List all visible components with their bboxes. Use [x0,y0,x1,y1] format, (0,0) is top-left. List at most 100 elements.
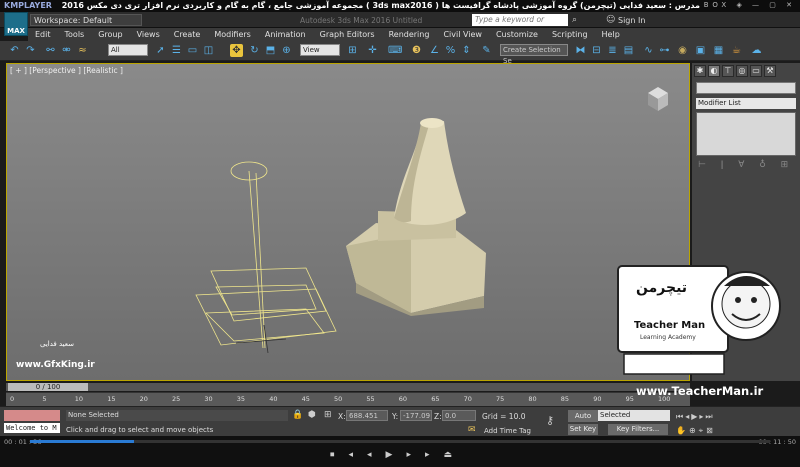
max-app-button[interactable]: MAX [4,12,28,36]
spinner-snap-icon[interactable]: ⇕ [460,44,473,57]
create-tab-icon[interactable]: ✱ [694,65,706,77]
grid-size: Grid = 10.0 [482,412,526,421]
window-crossing-icon[interactable]: ◫ [202,44,215,57]
time-slider-handle[interactable]: 0 / 100 [8,383,88,391]
hierarchy-tab-icon[interactable]: ⊤ [722,65,734,77]
maxscript-mini-listener[interactable]: Welcome to M [4,423,60,433]
unlink-icon[interactable]: ⚮ [60,44,73,57]
y-coordinate[interactable]: -177.09 [400,410,432,421]
menu-tools[interactable]: Tools [58,30,92,39]
menu-rendering[interactable]: Rendering [382,30,437,39]
menu-scripting[interactable]: Scripting [545,30,595,39]
mirror-icon[interactable]: ⧓ [574,44,587,57]
bind-spacewarp-icon[interactable]: ≈ [76,44,89,57]
key-filters-button[interactable]: Key Filters... [608,424,668,435]
modify-tab-icon[interactable]: ◐ [708,65,720,77]
redo-icon[interactable]: ↷ [24,44,37,57]
menu-help[interactable]: Help [595,30,627,39]
schematic-view-icon[interactable]: ⊶ [658,44,671,57]
scale-icon[interactable]: ⬒ [264,44,277,57]
search-input[interactable]: Type a keyword or phrase [472,14,568,36]
menu-create[interactable]: Create [167,30,208,39]
move-icon[interactable]: ✥ [230,44,243,57]
modifier-stack[interactable] [696,112,796,156]
tick-label: 60 [398,395,408,403]
menu-modifiers[interactable]: Modifiers [207,30,258,39]
time-slider[interactable] [6,383,690,391]
rect-selection-icon[interactable]: ▭ [186,44,199,57]
menu-views[interactable]: Views [130,30,167,39]
tick-label: 30 [204,395,213,403]
absolute-mode-icon[interactable]: ⊞ [324,410,332,420]
tick-label: 90 [593,395,602,403]
time-tag-icon[interactable]: ✉ [468,425,476,435]
menu-civil-view[interactable]: Civil View [436,30,489,39]
add-time-tag[interactable]: Add Time Tag [484,427,531,435]
utilities-tab-icon[interactable]: ⚒ [764,65,776,77]
layer-explorer-icon[interactable]: ≣ [606,44,619,57]
keyboard-shortcut-icon[interactable]: ⌨ [388,44,402,57]
tick-label: 85 [560,395,570,403]
rotate-icon[interactable]: ↻ [248,44,261,57]
pivot-center-icon[interactable]: ⊞ [346,44,359,57]
align-icon[interactable]: ⊟ [590,44,603,57]
playback-controls[interactable]: ⏮◂▶▸⏭ [676,412,715,422]
sign-in-link[interactable]: Sign In [618,16,645,25]
set-key-button[interactable]: Set Key [568,424,598,435]
render-production-icon[interactable]: ☕ [730,44,743,57]
select-by-name-icon[interactable]: ☰ [170,44,183,57]
player-window-controls[interactable]: BOX ◈ — ▢ ✕ [704,1,796,9]
z-label: Z: [434,412,442,421]
media-buttons[interactable]: ⏹◂◂▶▸▸⏏ [330,450,466,460]
signature-watermark: سعید فدایی [40,340,75,348]
menu-graph-editors[interactable]: Graph Editors [313,30,382,39]
maxscript-listener[interactable] [4,410,60,421]
menu-edit[interactable]: Edit [28,30,58,39]
menu-customize[interactable]: Customize [489,30,545,39]
material-editor-icon[interactable]: ◉ [676,44,689,57]
menu-animation[interactable]: Animation [258,30,313,39]
render-setup-icon[interactable]: ▣ [694,44,707,57]
user-icon: ☺ [606,15,616,25]
percent-snap-icon[interactable]: % [444,44,457,57]
curve-editor-icon[interactable]: ∿ [642,44,655,57]
tick-label: 95 [625,395,634,403]
document-title: Autodesk 3ds Max 2016 Untitled [300,16,423,25]
placement-icon[interactable]: ⊕ [280,44,293,57]
selection-filter-dropdown[interactable]: All [108,44,148,56]
scene-explorer-icon[interactable]: ▤ [622,44,635,57]
stack-controls[interactable]: ⊢ ǀ ∀ ♁ ⊞ [698,160,794,170]
named-selection-sets-dropdown[interactable]: Create Selection Se [500,44,568,65]
lock-icon[interactable]: 🔒 [292,410,303,420]
isolate-icon[interactable]: ⬢ [308,410,316,420]
x-coordinate[interactable]: 688.451 [346,410,388,421]
menu-group[interactable]: Group [91,30,129,39]
prompt-line: Click and drag to select and move object… [66,426,214,434]
workspace-dropdown[interactable]: Workspace: Default [30,14,142,26]
reference-coord-dropdown[interactable]: View [300,44,340,56]
display-tab-icon[interactable]: ▭ [750,65,762,77]
snaps-toggle-icon[interactable]: ❸ [410,44,423,57]
kmplayer-logo[interactable]: KMPLAYER [4,1,52,10]
seek-bar-fill [30,440,134,443]
select-object-icon[interactable]: ➚ [154,44,167,57]
key-set-dropdown[interactable]: Selected [598,410,670,421]
tick-label: 70 [463,395,472,403]
undo-icon[interactable]: ↶ [8,44,21,57]
angle-snap-icon[interactable]: ∠ [428,44,441,57]
object-name-field[interactable] [696,82,796,94]
a360-render-icon[interactable]: ☁ [750,44,763,57]
auto-key-button[interactable]: Auto Key [568,410,598,432]
motion-tab-icon[interactable]: ◎ [736,65,748,77]
binoculars-icon[interactable]: ⌕ [572,15,577,25]
rendered-frame-icon[interactable]: ▦ [712,44,725,57]
video-title: مجموعه آموزشی جامع ، گام به گام و کاربرد… [61,1,700,10]
viewport-nav-controls[interactable]: ✋⊕⌖⊠ [676,426,716,436]
edit-named-selection-icon[interactable]: ✎ [480,44,493,57]
key-icon[interactable]: ⚷ [546,414,554,427]
link-icon[interactable]: ⚯ [44,44,57,57]
modifier-list-dropdown[interactable]: Modifier List [696,98,796,109]
seek-bar[interactable] [30,440,770,443]
z-coordinate[interactable]: 0.0 [442,410,476,421]
select-manipulate-icon[interactable]: ✛ [366,44,379,57]
